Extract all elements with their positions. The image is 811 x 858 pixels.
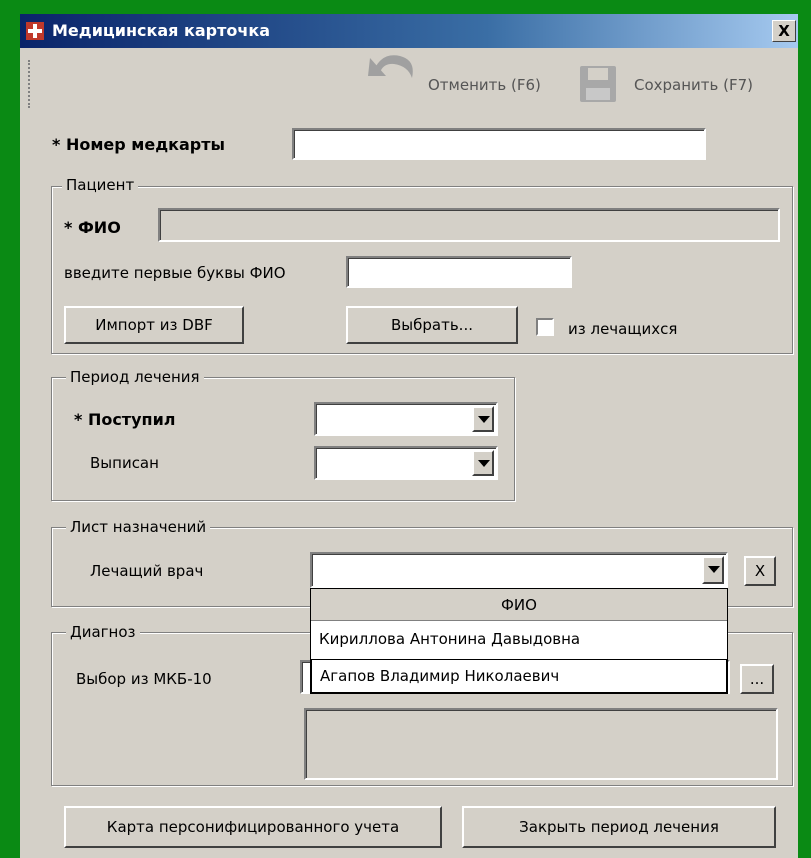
period-group-label: Период лечения	[66, 368, 204, 386]
mkb-browse-label: ...	[749, 670, 765, 688]
clear-icon: X	[754, 562, 766, 580]
save-icon[interactable]	[580, 66, 616, 102]
record-number-input[interactable]	[292, 128, 706, 160]
patient-group-label: Пациент	[62, 176, 139, 194]
period-group	[51, 377, 515, 501]
dropdown-item[interactable]: Кириллова Антонина Давыдовна	[311, 623, 727, 657]
diagnosis-description	[304, 708, 778, 780]
personified-card-button[interactable]: Карта персонифицированного учета	[64, 806, 442, 848]
diagnosis-group-label: Диагноз	[66, 623, 140, 641]
in-treatment-label: из лечащихся	[568, 320, 678, 338]
undo-icon[interactable]	[364, 48, 420, 84]
chevron-down-icon[interactable]	[472, 406, 494, 432]
chevron-down-icon[interactable]	[472, 450, 494, 476]
select-button-label: Выбрать...	[391, 316, 473, 334]
import-dbf-button-label: Импорт из DBF	[95, 316, 213, 334]
close-period-button[interactable]: Закрыть период лечения	[462, 806, 776, 848]
save-button[interactable]: Сохранить (F7)	[634, 76, 753, 94]
window-title: Медицинская карточка	[52, 21, 271, 40]
admitted-select[interactable]	[314, 402, 498, 436]
doctor-label: Лечащий врач	[90, 562, 204, 580]
admitted-label: * Поступил	[74, 410, 176, 429]
clear-doctor-button[interactable]: X	[744, 556, 776, 586]
record-number-label: * Номер медкарты	[52, 135, 225, 154]
in-treatment-checkbox[interactable]	[536, 318, 554, 336]
import-dbf-button[interactable]: Импорт из DBF	[64, 306, 244, 344]
discharged-select[interactable]	[314, 446, 498, 480]
close-button[interactable]: X	[772, 20, 796, 42]
discharged-label: Выписан	[90, 454, 159, 472]
fio-search-input[interactable]	[346, 256, 572, 288]
select-button[interactable]: Выбрать...	[346, 306, 518, 344]
mkb-label: Выбор из МКБ-10	[76, 670, 212, 688]
prescriptions-group-label: Лист назначений	[66, 518, 211, 536]
fio-label: * ФИО	[64, 218, 121, 237]
dropdown-item-selected[interactable]: Агапов Владимир Николаевич	[311, 659, 727, 693]
toolbar-grip-icon[interactable]	[28, 60, 32, 108]
close-icon: X	[778, 22, 790, 40]
fio-search-label: введите первые буквы ФИО	[64, 264, 286, 282]
title-bar[interactable]: Медицинская карточка X	[20, 14, 798, 48]
app-icon	[26, 22, 44, 40]
undo-button[interactable]: Отменить (F6)	[428, 76, 541, 94]
doctor-dropdown-list[interactable]: ФИО Кириллова Антонина Давыдовна Агапов …	[310, 588, 728, 694]
mkb-browse-button[interactable]: ...	[740, 664, 774, 694]
doctor-select[interactable]	[310, 552, 728, 588]
dropdown-header: ФИО	[311, 589, 727, 621]
personified-card-label: Карта персонифицированного учета	[106, 818, 400, 836]
chevron-down-icon[interactable]	[702, 556, 724, 584]
fio-field	[158, 208, 780, 242]
close-period-label: Закрыть период лечения	[519, 818, 719, 836]
